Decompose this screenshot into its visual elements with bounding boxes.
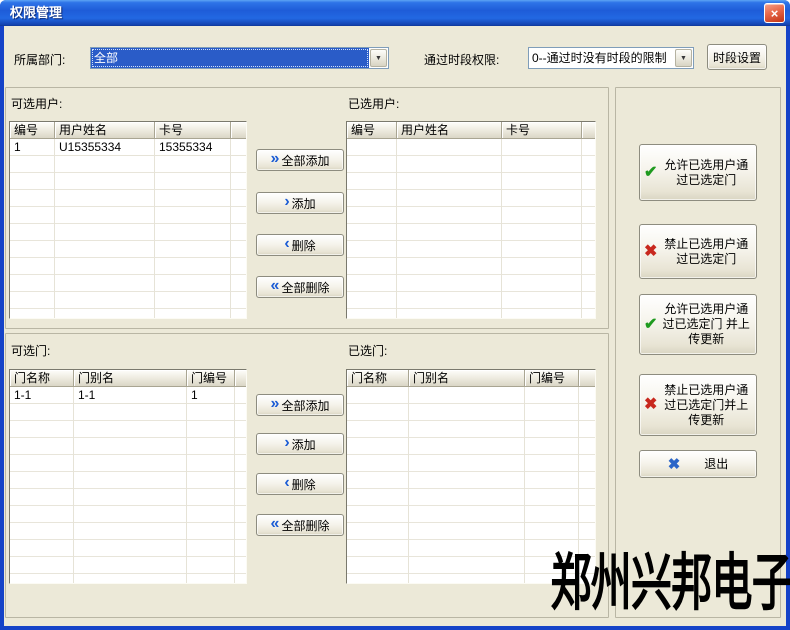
chevron-left-icon: ‹ [284,236,287,252]
double-chevron-right-icon: » [271,396,278,412]
double-chevron-left-icon: « [271,278,278,294]
column-header[interactable]: 门编号 [525,370,579,387]
title-bar[interactable]: 权限管理 × [0,0,790,26]
table-body[interactable]: 1U1535533415355334 [10,139,246,318]
double-chevron-left-icon: « [271,516,278,532]
column-header-filler [582,122,595,139]
available-users-label: 可选用户: [11,95,62,112]
column-header-filler [235,370,246,387]
column-header[interactable]: 门名称 [10,370,74,387]
doors-remove-all-button[interactable]: « 全部删除 [256,514,344,536]
allow-access-button[interactable]: ✔ 允许已选用户通过已选定门 [639,144,757,201]
check-icon: ✔ [644,165,657,181]
period-permission-label: 通过时段权限: [424,51,499,68]
column-header[interactable]: 用户姓名 [397,122,502,139]
table-cell: 1-1 [10,387,74,403]
check-icon: ✔ [644,317,657,333]
users-remove-button[interactable]: ‹ 删除 [256,234,344,256]
table-header: 编号用户姓名卡号 [347,122,595,139]
available-doors-label: 可选门: [11,342,50,359]
department-select[interactable]: 全部 ▼ [90,47,389,69]
selected-users-label: 已选用户: [348,95,399,112]
close-icon: × [771,7,779,20]
close-button[interactable]: × [764,3,785,23]
table-row[interactable]: 1U1535533415355334 [10,139,246,156]
selected-users-table[interactable]: 编号用户姓名卡号 [346,121,596,319]
allow-access-upload-button[interactable]: ✔ 允许已选用户通过已选定门 并上传更新 [639,294,757,355]
department-label: 所属部门: [14,51,65,68]
period-permission-select[interactable]: 0--通过时没有时段的限制 ▼ [528,47,694,69]
table-header: 门名称门别名门编号 [347,370,595,387]
cross-icon: ✖ [644,397,657,413]
table-cell: 1-1 [74,387,187,403]
chevron-down-icon[interactable]: ▼ [370,49,387,67]
table-cell: 15355334 [155,139,231,155]
period-permission-value: 0--通过时没有时段的限制 [529,48,674,68]
doors-remove-button[interactable]: ‹ 删除 [256,473,344,495]
column-header-filler [231,122,246,139]
column-header[interactable]: 编号 [10,122,55,139]
table-body[interactable] [347,139,595,318]
period-settings-button[interactable]: 时段设置 [707,44,767,70]
users-add-all-button[interactable]: » 全部添加 [256,149,344,171]
users-add-button[interactable]: › 添加 [256,192,344,214]
vendor-watermark: 郑州兴邦电子 [550,532,790,622]
table-cell: 1 [10,139,55,155]
cross-icon: ✖ [644,244,657,260]
column-header[interactable]: 门编号 [187,370,235,387]
column-header[interactable]: 卡号 [155,122,231,139]
table-cell: U15355334 [55,139,155,155]
column-header-filler [579,370,595,387]
users-remove-all-button[interactable]: « 全部删除 [256,276,344,298]
available-users-table[interactable]: 编号用户姓名卡号1U1535533415355334 [9,121,247,319]
column-header[interactable]: 用户姓名 [55,122,155,139]
forbid-access-upload-button[interactable]: ✖ 禁止已选用户通过已选定门并上传更新 [639,374,757,436]
table-header: 编号用户姓名卡号 [10,122,246,139]
double-chevron-right-icon: » [271,151,278,167]
column-header[interactable]: 门别名 [74,370,187,387]
chevron-left-icon: ‹ [284,475,287,491]
doors-section: 可选门: 已选门: 门名称门别名门编号1-11-11 门名称门别名门编号 » 全… [5,333,609,618]
table-cell [235,387,246,403]
column-header[interactable]: 卡号 [502,122,582,139]
chevron-down-icon[interactable]: ▼ [675,49,692,67]
chevron-right-icon: › [284,194,287,210]
table-row[interactable]: 1-11-11 [10,387,246,404]
selected-doors-label: 已选门: [348,342,387,359]
exit-button[interactable]: ✖ 退出 [639,450,757,478]
available-doors-table[interactable]: 门名称门别名门编号1-11-11 [9,369,247,584]
window-title: 权限管理 [10,0,62,25]
exit-icon: ✖ [668,457,681,472]
doors-add-button[interactable]: › 添加 [256,433,344,455]
column-header[interactable]: 门名称 [347,370,409,387]
table-body[interactable]: 1-11-11 [10,387,246,583]
department-value: 全部 [91,48,369,68]
users-section: 可选用户: 已选用户: 编号用户姓名卡号1U1535533415355334 编… [5,87,609,329]
chevron-right-icon: › [284,435,287,451]
column-header[interactable]: 编号 [347,122,397,139]
column-header[interactable]: 门别名 [409,370,525,387]
permission-management-window: 权限管理 × 所属部门: 全部 ▼ 通过时段权限: 0--通过时没有时段的限制 … [0,0,790,630]
table-cell: 1 [187,387,235,403]
table-cell [231,139,246,155]
table-header: 门名称门别名门编号 [10,370,246,387]
doors-add-all-button[interactable]: » 全部添加 [256,394,344,416]
forbid-access-button[interactable]: ✖ 禁止已选用户通过已选定门 [639,224,757,279]
